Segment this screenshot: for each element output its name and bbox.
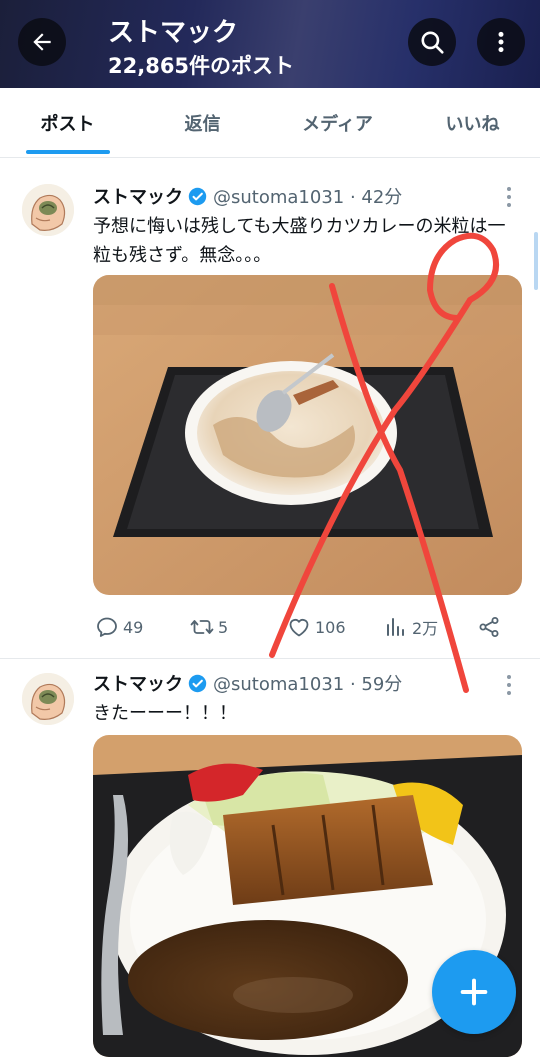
scroll-indicator[interactable] <box>534 232 538 290</box>
plus-icon <box>460 978 488 1006</box>
compose-post-button[interactable] <box>432 950 516 1034</box>
red-x-annotation <box>269 232 500 693</box>
